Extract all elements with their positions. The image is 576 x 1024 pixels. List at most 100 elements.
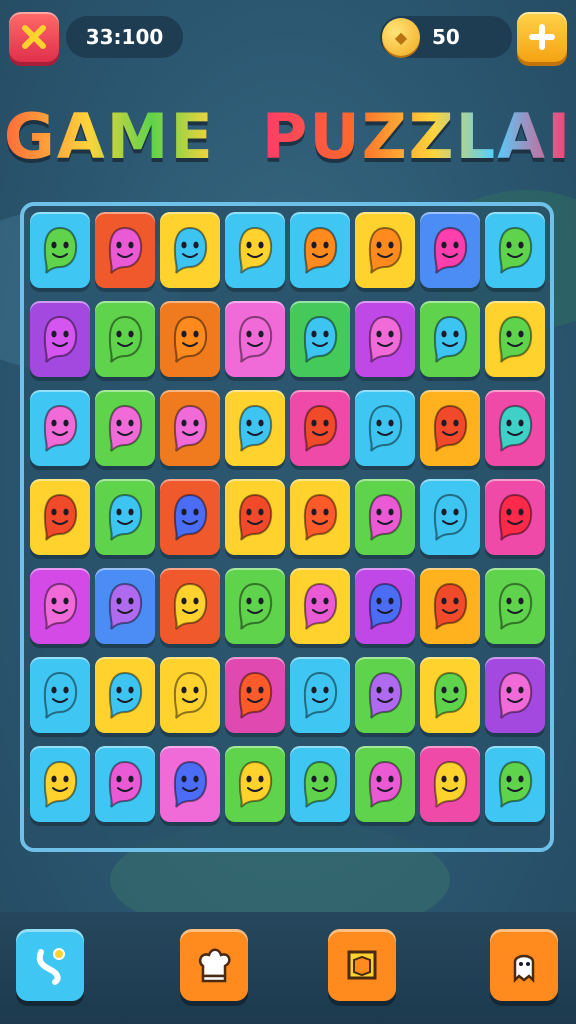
add-coins-button[interactable] <box>517 12 567 62</box>
puzzle-tile[interactable] <box>30 657 90 733</box>
puzzle-tile[interactable] <box>160 746 220 822</box>
puzzle-tile[interactable] <box>420 657 480 733</box>
puzzle-tile[interactable] <box>485 301 545 377</box>
puzzle-tile[interactable] <box>290 212 350 288</box>
puzzle-tile[interactable] <box>290 746 350 822</box>
creature-icon <box>433 671 468 719</box>
puzzle-board <box>20 202 554 852</box>
puzzle-tile[interactable] <box>225 746 285 822</box>
creature-icon <box>303 493 338 541</box>
creature-icon <box>368 404 403 452</box>
map-button[interactable] <box>328 929 396 1001</box>
puzzle-tile[interactable] <box>290 390 350 466</box>
creature-icon <box>498 760 533 808</box>
puzzle-tile[interactable] <box>95 479 155 555</box>
close-button[interactable] <box>9 12 59 62</box>
puzzle-tile[interactable] <box>30 390 90 466</box>
puzzle-tile[interactable] <box>225 390 285 466</box>
creature-icon <box>368 760 403 808</box>
coin-value: 50 <box>432 25 460 49</box>
creature-icon <box>368 226 403 274</box>
creature-icon <box>433 226 468 274</box>
creature-icon <box>433 315 468 363</box>
puzzle-tile[interactable] <box>420 746 480 822</box>
puzzle-tile[interactable] <box>355 479 415 555</box>
puzzle-tile[interactable] <box>355 301 415 377</box>
creature-icon <box>108 404 143 452</box>
creature-icon <box>43 760 78 808</box>
puzzle-tile[interactable] <box>160 212 220 288</box>
puzzle-tile[interactable] <box>420 568 480 644</box>
puzzle-tile[interactable] <box>225 479 285 555</box>
creature-icon <box>173 315 208 363</box>
puzzle-tile[interactable] <box>160 479 220 555</box>
puzzle-tile[interactable] <box>30 746 90 822</box>
puzzle-tile[interactable] <box>225 568 285 644</box>
creature-icon <box>368 493 403 541</box>
creature-icon <box>498 404 533 452</box>
puzzle-tile[interactable] <box>420 479 480 555</box>
creature-icon <box>303 404 338 452</box>
puzzle-tile[interactable] <box>30 568 90 644</box>
creature-icon <box>498 226 533 274</box>
puzzle-tile[interactable] <box>95 657 155 733</box>
title-word-game: GAME <box>3 100 215 173</box>
puzzle-tile[interactable] <box>420 212 480 288</box>
puzzle-tile[interactable] <box>225 301 285 377</box>
puzzle-tile[interactable] <box>485 746 545 822</box>
bottom-toolbar <box>0 912 576 1024</box>
creature-icon <box>173 226 208 274</box>
chef-button[interactable] <box>180 929 248 1001</box>
puzzle-tile[interactable] <box>355 212 415 288</box>
puzzle-tile[interactable] <box>290 301 350 377</box>
puzzle-tile[interactable] <box>160 390 220 466</box>
puzzle-tile[interactable] <box>355 746 415 822</box>
puzzle-tile[interactable] <box>290 568 350 644</box>
puzzle-tile[interactable] <box>95 568 155 644</box>
puzzle-tile[interactable] <box>225 212 285 288</box>
puzzle-tile[interactable] <box>420 301 480 377</box>
creature-icon <box>173 493 208 541</box>
path-icon <box>36 948 65 985</box>
creature-icon <box>433 493 468 541</box>
ghost-icon <box>513 954 535 984</box>
creature-icon <box>303 760 338 808</box>
creature-icon <box>303 671 338 719</box>
puzzle-tile[interactable] <box>95 390 155 466</box>
puzzle-tile[interactable] <box>485 657 545 733</box>
puzzle-tile[interactable] <box>355 390 415 466</box>
puzzle-tile[interactable] <box>160 657 220 733</box>
creature-icon <box>173 404 208 452</box>
title-word-puzzlai: PUZZLAI <box>261 100 573 173</box>
ghost-button[interactable] <box>490 929 558 1001</box>
puzzle-tile[interactable] <box>30 301 90 377</box>
puzzle-tile[interactable] <box>485 568 545 644</box>
puzzle-tile[interactable] <box>225 657 285 733</box>
puzzle-tile[interactable] <box>30 479 90 555</box>
creature-icon <box>108 226 143 274</box>
creature-icon <box>108 315 143 363</box>
puzzle-tile[interactable] <box>485 479 545 555</box>
puzzle-tile[interactable] <box>485 212 545 288</box>
creature-icon <box>43 582 78 630</box>
creature-icon <box>238 315 273 363</box>
creature-icon <box>238 671 273 719</box>
puzzle-tile[interactable] <box>290 479 350 555</box>
creature-icon <box>498 493 533 541</box>
creature-icon <box>108 671 143 719</box>
puzzle-tile[interactable] <box>160 301 220 377</box>
puzzle-tile[interactable] <box>485 390 545 466</box>
puzzle-tile[interactable] <box>160 568 220 644</box>
creature-icon <box>108 760 143 808</box>
puzzle-tile[interactable] <box>355 657 415 733</box>
puzzle-tile[interactable] <box>95 746 155 822</box>
creature-icon <box>238 226 273 274</box>
hint-button[interactable] <box>16 929 84 1001</box>
puzzle-tile[interactable] <box>355 568 415 644</box>
puzzle-tile[interactable] <box>420 390 480 466</box>
puzzle-tile[interactable] <box>290 657 350 733</box>
puzzle-tile[interactable] <box>95 301 155 377</box>
puzzle-tile[interactable] <box>30 212 90 288</box>
creature-icon <box>108 582 143 630</box>
puzzle-tile[interactable] <box>95 212 155 288</box>
